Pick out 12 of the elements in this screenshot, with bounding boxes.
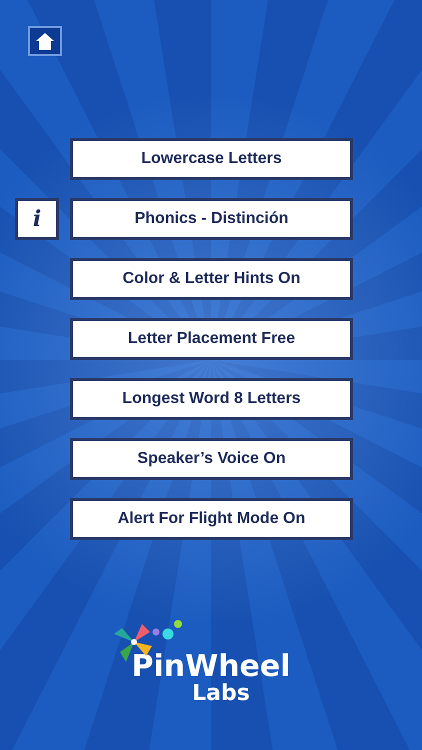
logo-text: PinWheel [131, 652, 291, 682]
option-button[interactable]: Speaker’s Voice On [70, 438, 353, 480]
home-icon [35, 32, 55, 50]
info-button[interactable]: i [15, 198, 59, 240]
option-button[interactable]: Alert For Flight Mode On [70, 498, 353, 540]
option-button[interactable]: Letter Placement Free [70, 318, 353, 360]
option-button[interactable]: Phonics - Distinción [70, 198, 353, 240]
option-button[interactable]: Lowercase Letters [70, 138, 353, 180]
option-button[interactable]: Color & Letter Hints On [70, 258, 353, 300]
option-button[interactable]: Longest Word 8 Letters [70, 378, 353, 420]
home-button[interactable] [28, 26, 62, 56]
logo-subtext: Labs [192, 682, 250, 706]
